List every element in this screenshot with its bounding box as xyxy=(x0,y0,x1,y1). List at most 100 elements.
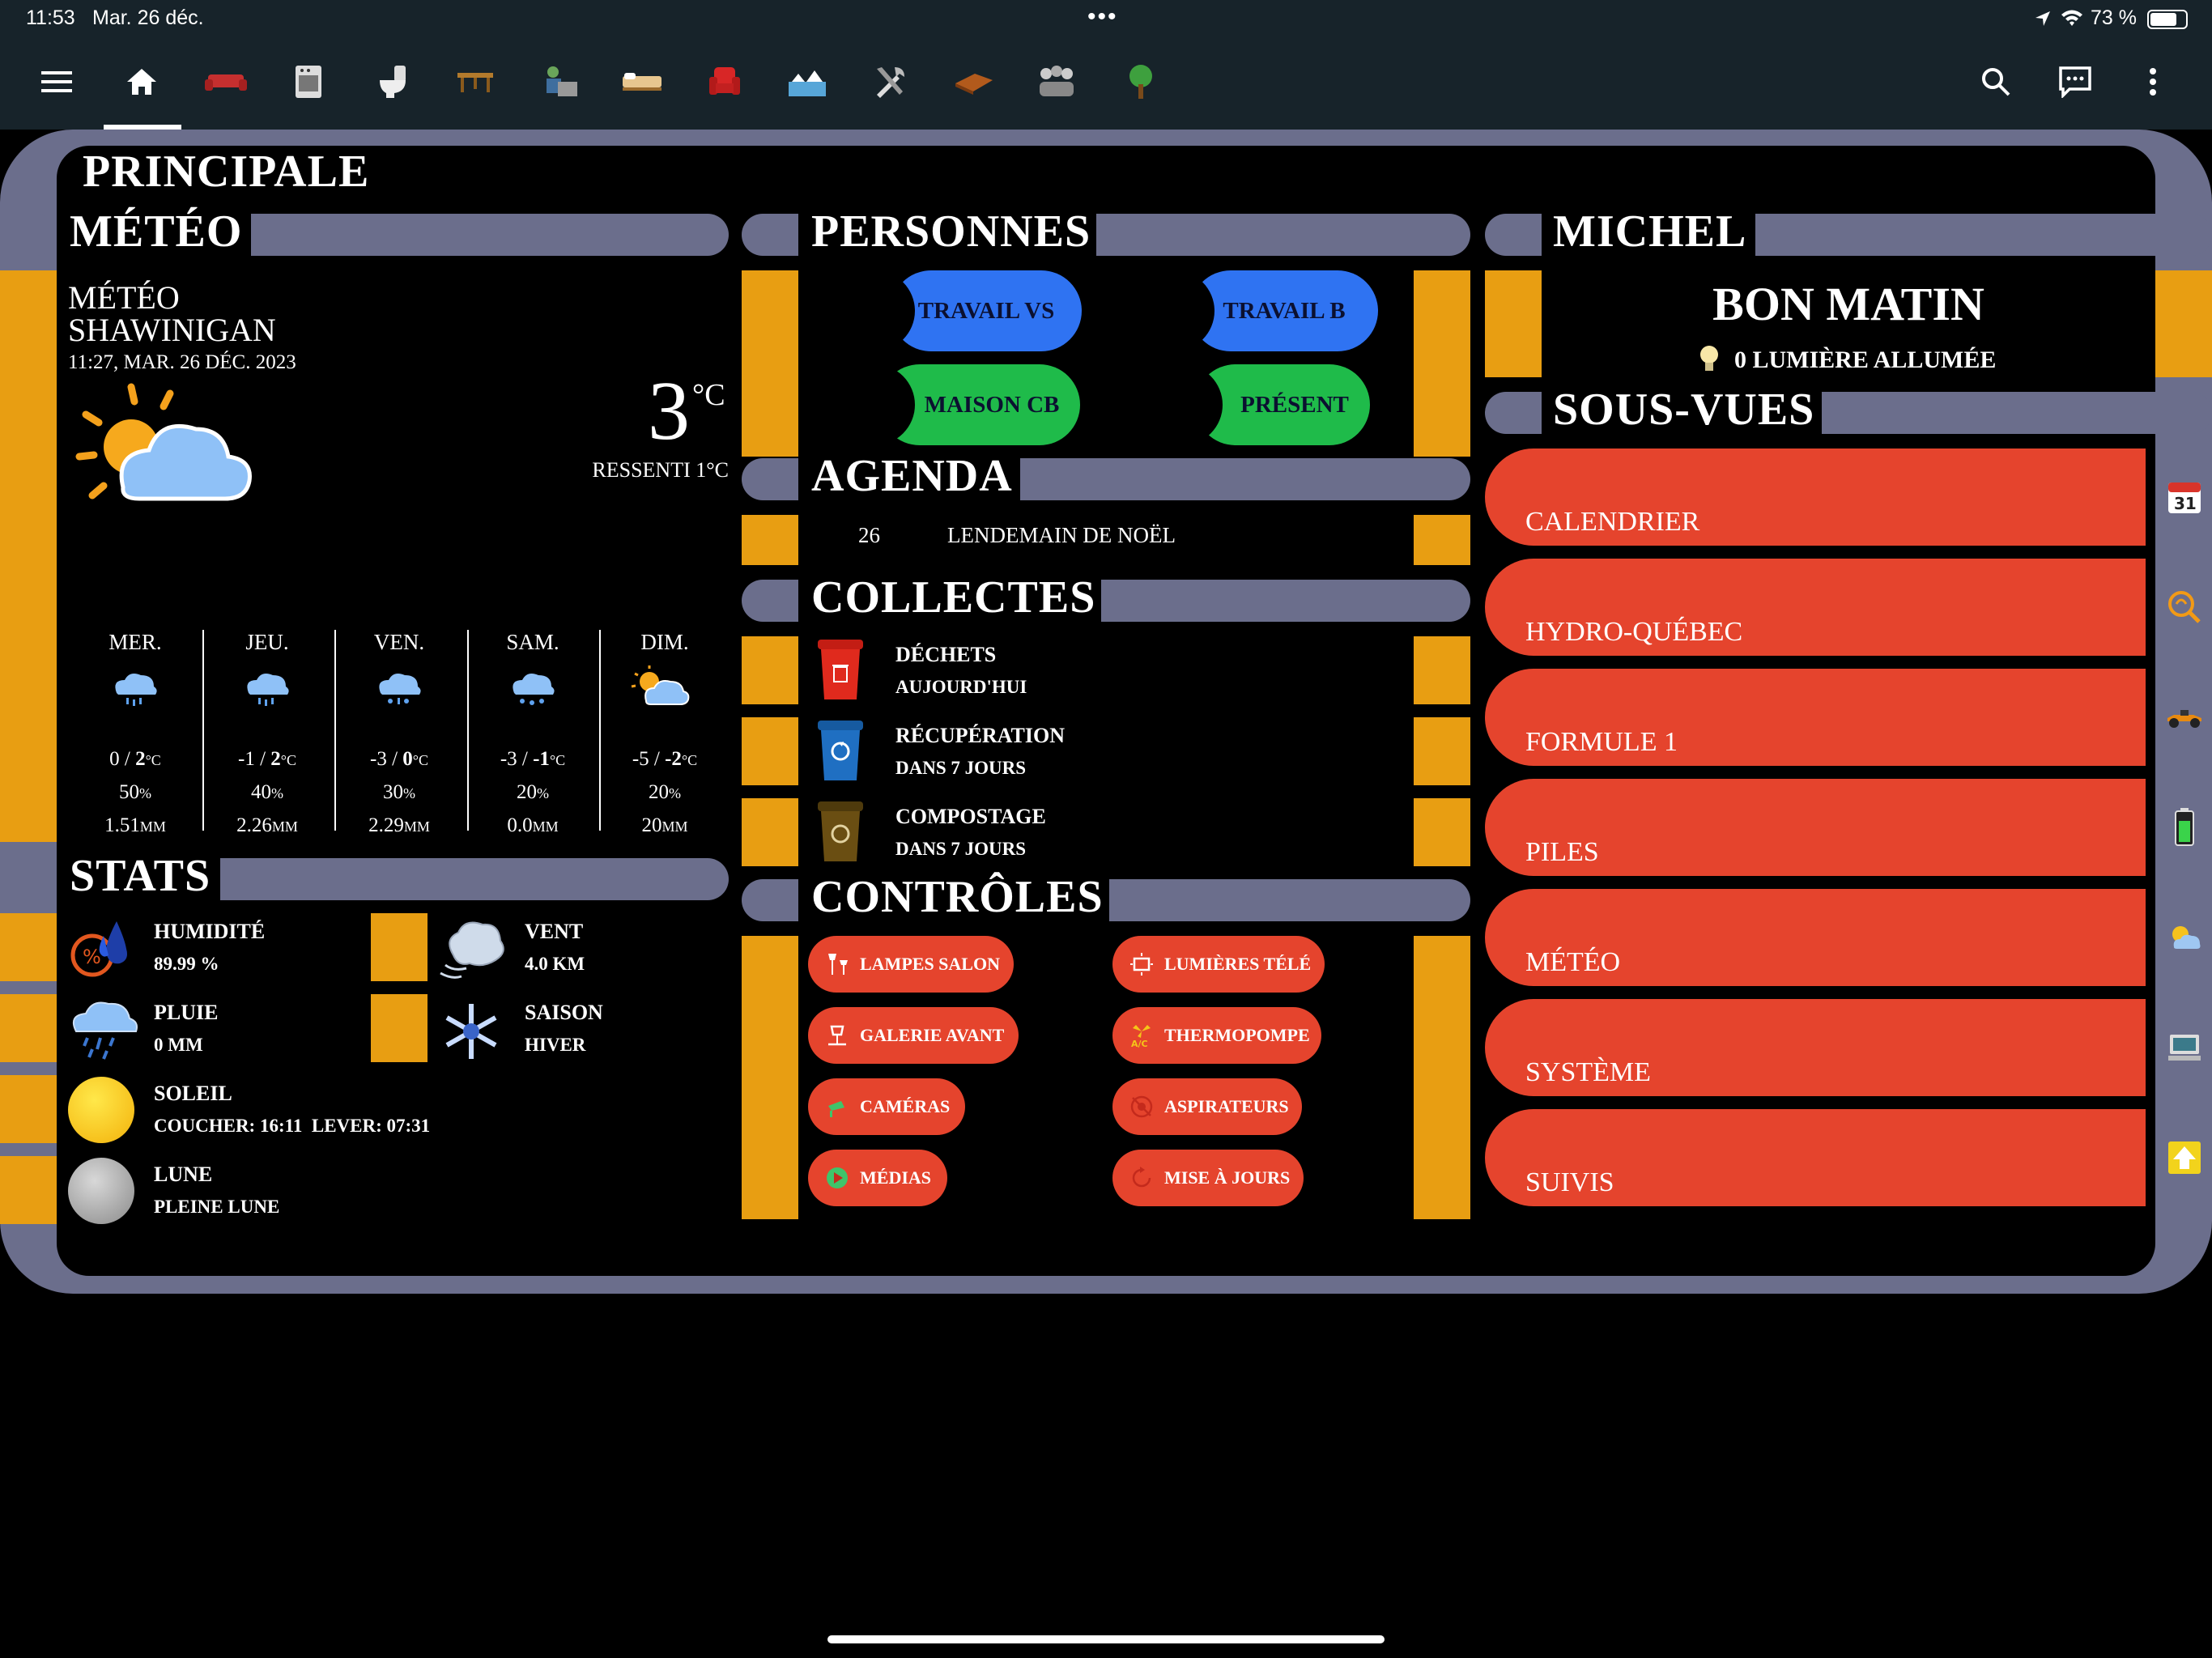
control-button-galerie-avant[interactable]: GALERIE AVANT xyxy=(808,1007,1019,1064)
meteo-temp-unit: °C xyxy=(692,378,725,412)
collecte-when: DANS 7 JOURS xyxy=(895,758,1027,778)
chat-icon[interactable] xyxy=(2052,58,2099,105)
sous-vues-header-left-bar xyxy=(1485,392,1542,434)
table-icon[interactable] xyxy=(452,58,499,105)
forecast-high: 2 xyxy=(135,748,146,770)
bathroom-icon[interactable] xyxy=(369,58,416,105)
control-label: MÉDIAS xyxy=(860,1167,932,1188)
calendar-icon[interactable]: 31 xyxy=(2157,449,2212,546)
snow-cloud-icon xyxy=(506,669,558,709)
controles-side-bar xyxy=(742,936,798,1219)
forecast-low: -3 xyxy=(500,748,517,770)
rain-icon xyxy=(68,996,139,1061)
weather-icon[interactable] xyxy=(2157,889,2212,986)
sofa-icon[interactable] xyxy=(202,58,249,105)
forecast-values: -3 / 0°C 30% 2.29MM xyxy=(342,743,456,843)
moon-icon xyxy=(68,1158,134,1224)
office-icon[interactable] xyxy=(536,58,583,105)
more-icon[interactable] xyxy=(2129,58,2176,105)
floor-icon[interactable] xyxy=(951,58,998,105)
forecast-unit: °C xyxy=(681,752,698,768)
porch-light-icon xyxy=(824,1022,850,1048)
subview-label: CALENDRIER xyxy=(1525,507,1700,537)
collectes-side-bar xyxy=(1414,717,1470,785)
person-chip[interactable]: TRAVAIL VS xyxy=(891,270,1082,351)
collectes-title: COLLECTES xyxy=(811,572,1096,623)
control-button-aspirateurs[interactable]: ASPIRATEURS xyxy=(1112,1078,1302,1135)
battery-percent: 73 % xyxy=(2091,6,2137,29)
michel-side-bar xyxy=(1485,270,1542,377)
forecast-day: SAM. xyxy=(506,630,559,654)
floor-lamp-icon xyxy=(824,951,850,977)
subview-button-hydro-quebec[interactable]: HYDRO-QUÉBEC xyxy=(1485,559,2146,656)
forecast-high: -2 xyxy=(665,748,682,770)
control-button-lumieres-tele[interactable]: LUMIÈRES TÉLÉ xyxy=(1112,936,1325,993)
subview-button-calendrier[interactable]: CALENDRIER xyxy=(1485,449,2146,546)
lights-status: 0 LUMIÈRE ALLUMÉE xyxy=(1734,346,1997,373)
agenda-header-bar xyxy=(1020,458,1470,500)
stats-side-bar xyxy=(371,994,428,1062)
forecast-precip-mm: 1.51MM xyxy=(79,810,192,843)
multitask-dots[interactable]: ••• xyxy=(1087,3,1118,31)
control-button-thermopompe[interactable]: A/C THERMOPOMPE xyxy=(1112,1007,1321,1064)
mm-unit: MM xyxy=(403,818,430,835)
forecast-temps: -3 / 0°C xyxy=(370,748,428,770)
controles-header-bar xyxy=(1109,879,1470,921)
subview-button-formule-1[interactable]: FORMULE 1 xyxy=(1485,669,2146,766)
status-bar: 11:53 Mar. 26 déc. ••• 73 % xyxy=(0,0,2212,39)
control-button-medias[interactable]: MÉDIAS xyxy=(808,1150,947,1206)
battery-icon[interactable] xyxy=(2157,779,2212,876)
tools-icon[interactable] xyxy=(866,58,913,105)
person-label: MAISON CB xyxy=(924,391,1060,418)
race-car-icon[interactable] xyxy=(2157,669,2212,766)
control-button-lampes-salon[interactable]: LAMPES SALON xyxy=(808,936,1014,993)
control-button-cameras[interactable]: CAMÉRAS xyxy=(808,1078,965,1135)
location-icon xyxy=(2034,10,2053,28)
forecast-low: 0 xyxy=(109,748,120,770)
wind-value: 4.0 KM xyxy=(525,954,585,974)
subview-button-systeme[interactable]: SYSTÈME xyxy=(1485,999,2146,1096)
agenda-header-left-bar xyxy=(742,458,798,500)
home-indicator[interactable] xyxy=(827,1635,1385,1643)
vacuum-off-icon xyxy=(1129,1094,1155,1120)
bed-icon[interactable] xyxy=(619,58,666,105)
meteo-header-left-bar xyxy=(0,214,57,256)
subview-button-piles[interactable]: PILES xyxy=(1485,779,2146,876)
trash-bin-icon xyxy=(815,636,866,703)
tree-icon[interactable] xyxy=(1117,58,1164,105)
people-icon[interactable] xyxy=(1033,58,1080,105)
person-chip[interactable]: TRAVAIL B xyxy=(1190,270,1378,351)
search-icon[interactable] xyxy=(1972,58,2019,105)
status-time: 11:53 xyxy=(26,6,75,29)
stats-title: STATS xyxy=(70,851,211,901)
personnes-title: PERSONNES xyxy=(811,206,1091,257)
michel-title: MICHEL xyxy=(1553,206,1747,257)
armchair-icon[interactable] xyxy=(701,58,748,105)
sous-vues-header-bar xyxy=(1822,392,2212,434)
rain-snow-cloud-icon xyxy=(372,669,424,709)
home-icon[interactable] xyxy=(118,58,165,105)
subview-button-meteo[interactable]: MÉTÉO xyxy=(1485,889,2146,986)
collecte-label: COMPOSTAGE xyxy=(895,805,1046,828)
pct-unit: % xyxy=(139,785,151,801)
outdoor-icon[interactable] xyxy=(784,58,831,105)
stats-side-bar xyxy=(0,994,57,1062)
forecast-temps: 0 / 2°C xyxy=(109,748,161,770)
collectes-header-bar xyxy=(1101,580,1470,622)
forecast-divider xyxy=(334,630,336,831)
controles-title: CONTRÔLES xyxy=(811,872,1104,922)
kitchen-icon[interactable] xyxy=(285,58,332,105)
subview-button-suivis[interactable]: SUIVIS xyxy=(1485,1109,2146,1206)
forecast-precip-mm: 2.29MM xyxy=(342,810,456,843)
person-label: TRAVAIL B xyxy=(1223,297,1346,324)
partly-cloudy-icon xyxy=(74,382,261,512)
agenda-event[interactable]: LENDEMAIN DE NOËL xyxy=(947,523,1176,548)
control-button-mise-a-jours[interactable]: MISE À JOURS xyxy=(1112,1150,1304,1206)
precip-pct-value: 40 xyxy=(251,781,271,803)
stats-side-bar xyxy=(371,913,428,981)
power-meter-icon[interactable] xyxy=(2157,559,2212,656)
arrow-up-icon[interactable] xyxy=(2157,1109,2212,1206)
personnes-side-bar xyxy=(742,270,798,457)
computer-icon[interactable] xyxy=(2157,999,2212,1096)
menu-icon[interactable] xyxy=(34,58,81,105)
